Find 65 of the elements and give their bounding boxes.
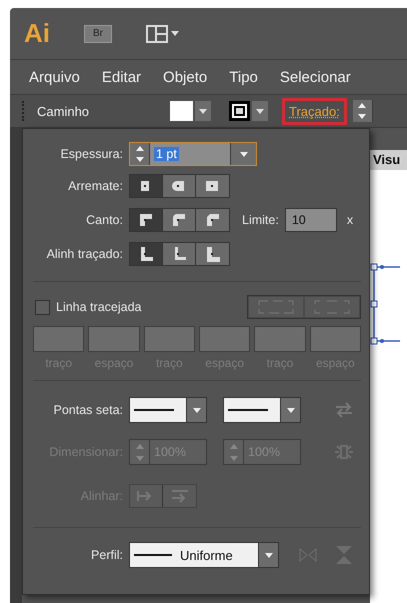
weight-field[interactable]: 1 pt <box>129 142 257 166</box>
down-arrow-icon <box>136 456 144 460</box>
align-option[interactable] <box>196 243 229 265</box>
corner-option[interactable] <box>196 209 229 231</box>
arrow-icon <box>170 489 190 503</box>
cap-label: Arremate: <box>67 179 123 193</box>
caret-icon <box>199 108 207 114</box>
limit-unit: x <box>346 213 354 227</box>
arrowheads-label: Pontas seta: <box>52 403 123 417</box>
line-icon <box>134 409 174 411</box>
cap-option[interactable] <box>130 175 163 197</box>
up-arrow-icon <box>136 146 144 151</box>
caret-icon <box>286 408 294 412</box>
document-tab[interactable]: Visu <box>370 150 407 170</box>
weight-label: Espessura: <box>59 147 123 161</box>
caret-icon <box>240 152 248 156</box>
arrowhead-dropdown[interactable] <box>129 397 207 423</box>
app-logo: Ai <box>24 18 50 49</box>
stroke-panel-link[interactable]: Traçado: <box>282 98 347 124</box>
caret-icon <box>264 552 272 558</box>
workspace-layout-icon[interactable] <box>146 24 180 42</box>
limit-label: Limite: <box>242 213 279 227</box>
dropdown-button[interactable] <box>195 101 211 121</box>
arrowhead-dropdown[interactable] <box>223 397 301 423</box>
corner-option[interactable] <box>163 209 196 231</box>
dash-corners-button[interactable] <box>248 296 304 318</box>
profile-label: Perfil: <box>90 548 123 562</box>
corner-miter-icon <box>137 211 155 229</box>
menu-item[interactable]: Selecionar <box>280 68 351 86</box>
dashed-line-checkbox[interactable] <box>35 300 50 314</box>
down-arrow-icon <box>358 114 366 119</box>
bridge-button[interactable]: Br <box>84 24 112 42</box>
up-arrow-icon <box>136 444 144 448</box>
caret-icon <box>192 408 200 412</box>
selection-type-label: Caminho <box>37 104 90 118</box>
dash-pattern-icon <box>314 300 350 314</box>
cap-option[interactable] <box>163 175 196 197</box>
profile-dropdown[interactable]: Uniforme <box>129 542 279 568</box>
menu-item[interactable]: Arquivo <box>29 68 80 86</box>
line-icon <box>134 554 172 556</box>
up-arrow-icon <box>230 444 238 448</box>
arrow-align-option[interactable] <box>130 485 163 507</box>
align-option[interactable] <box>163 243 196 265</box>
down-arrow-icon <box>136 157 144 162</box>
corner-round-icon <box>170 211 188 229</box>
align-option[interactable] <box>130 243 163 265</box>
fill-swatch[interactable] <box>170 101 193 121</box>
line-icon <box>228 409 268 411</box>
align-stroke-label: Alinh traçado: <box>46 247 123 261</box>
stroke-swatch[interactable] <box>229 101 250 121</box>
menu-item[interactable]: Objeto <box>163 68 208 86</box>
dash-align-button[interactable] <box>304 296 360 318</box>
limit-field[interactable]: 10 <box>284 208 337 232</box>
cap-option[interactable] <box>196 175 229 197</box>
dash-pattern-icon <box>258 300 294 314</box>
menu-item[interactable]: Tipo <box>229 68 258 86</box>
spinner-button[interactable] <box>352 100 373 122</box>
down-arrow-icon <box>230 456 238 460</box>
dropdown-button[interactable] <box>252 101 268 121</box>
menu-item[interactable]: Editar <box>102 68 142 86</box>
up-arrow-icon <box>358 103 366 108</box>
caret-icon <box>256 108 264 114</box>
dashed-line-label: Linha tracejada <box>56 300 142 314</box>
corner-label: Canto: <box>85 213 123 227</box>
corner-option[interactable] <box>130 209 163 231</box>
